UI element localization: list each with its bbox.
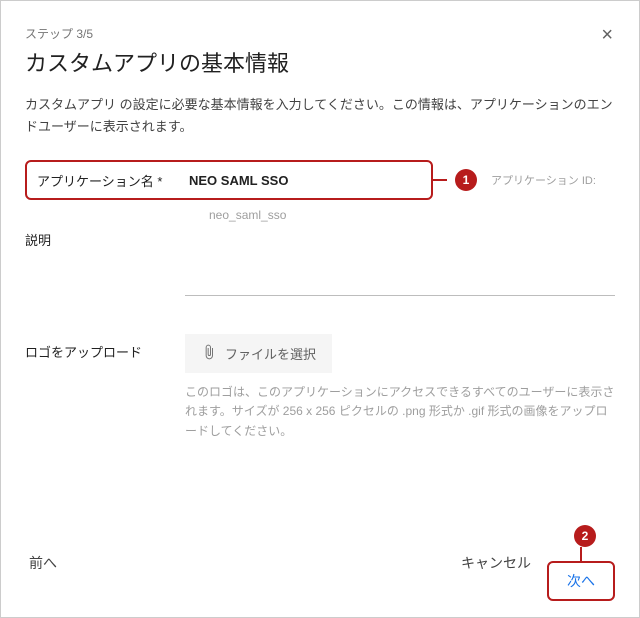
choose-file-button[interactable]: ファイルを選択 [185, 334, 332, 373]
description-input[interactable] [185, 268, 615, 296]
logo-upload-label: ロゴをアップロード [25, 334, 185, 361]
annotation-1-highlight: アプリケーション名 * [25, 160, 433, 200]
step-indicator: ステップ 3/5 [25, 25, 289, 42]
back-button[interactable]: 前へ [25, 545, 61, 581]
app-name-label: アプリケーション名 * [27, 171, 185, 190]
app-name-input[interactable] [185, 167, 431, 194]
app-id-label: アプリケーション ID: [491, 172, 596, 188]
description-row: 説明 [25, 222, 615, 296]
logo-help-text: このロゴは、このアプリケーションにアクセスできるすべてのユーザーに表示されます。… [185, 383, 615, 441]
app-name-row: アプリケーション名 * 1 アプリケーション ID: [25, 160, 615, 200]
attachment-icon [201, 344, 217, 363]
choose-file-label: ファイルを選択 [225, 344, 316, 363]
annotation-badge-2: 2 [574, 525, 596, 547]
cancel-button[interactable]: キャンセル [449, 545, 543, 581]
annotation-1-connector [433, 179, 447, 181]
logo-upload-row: ロゴをアップロード ファイルを選択 このロゴは、このアプリケーションにアクセスで… [25, 334, 615, 441]
close-button[interactable]: × [599, 25, 615, 45]
intro-text: カスタムアプリ の設定に必要な基本情報を入力してください。この情報は、アプリケー… [25, 94, 615, 138]
dialog-title: カスタムアプリの基本情報 [25, 46, 289, 78]
custom-app-basic-info-dialog: ステップ 3/5 カスタムアプリの基本情報 × カスタムアプリ の設定に必要な基… [1, 1, 639, 617]
annotation-badge-1: 1 [455, 169, 477, 191]
next-button[interactable]: 次へ [547, 561, 615, 601]
app-id-value: neo_saml_sso [185, 204, 615, 222]
description-label: 説明 [25, 222, 185, 249]
close-icon: × [601, 24, 613, 46]
annotation-2-connector [580, 547, 582, 561]
dialog-footer: 前へ キャンセル 2 次へ [25, 517, 615, 601]
